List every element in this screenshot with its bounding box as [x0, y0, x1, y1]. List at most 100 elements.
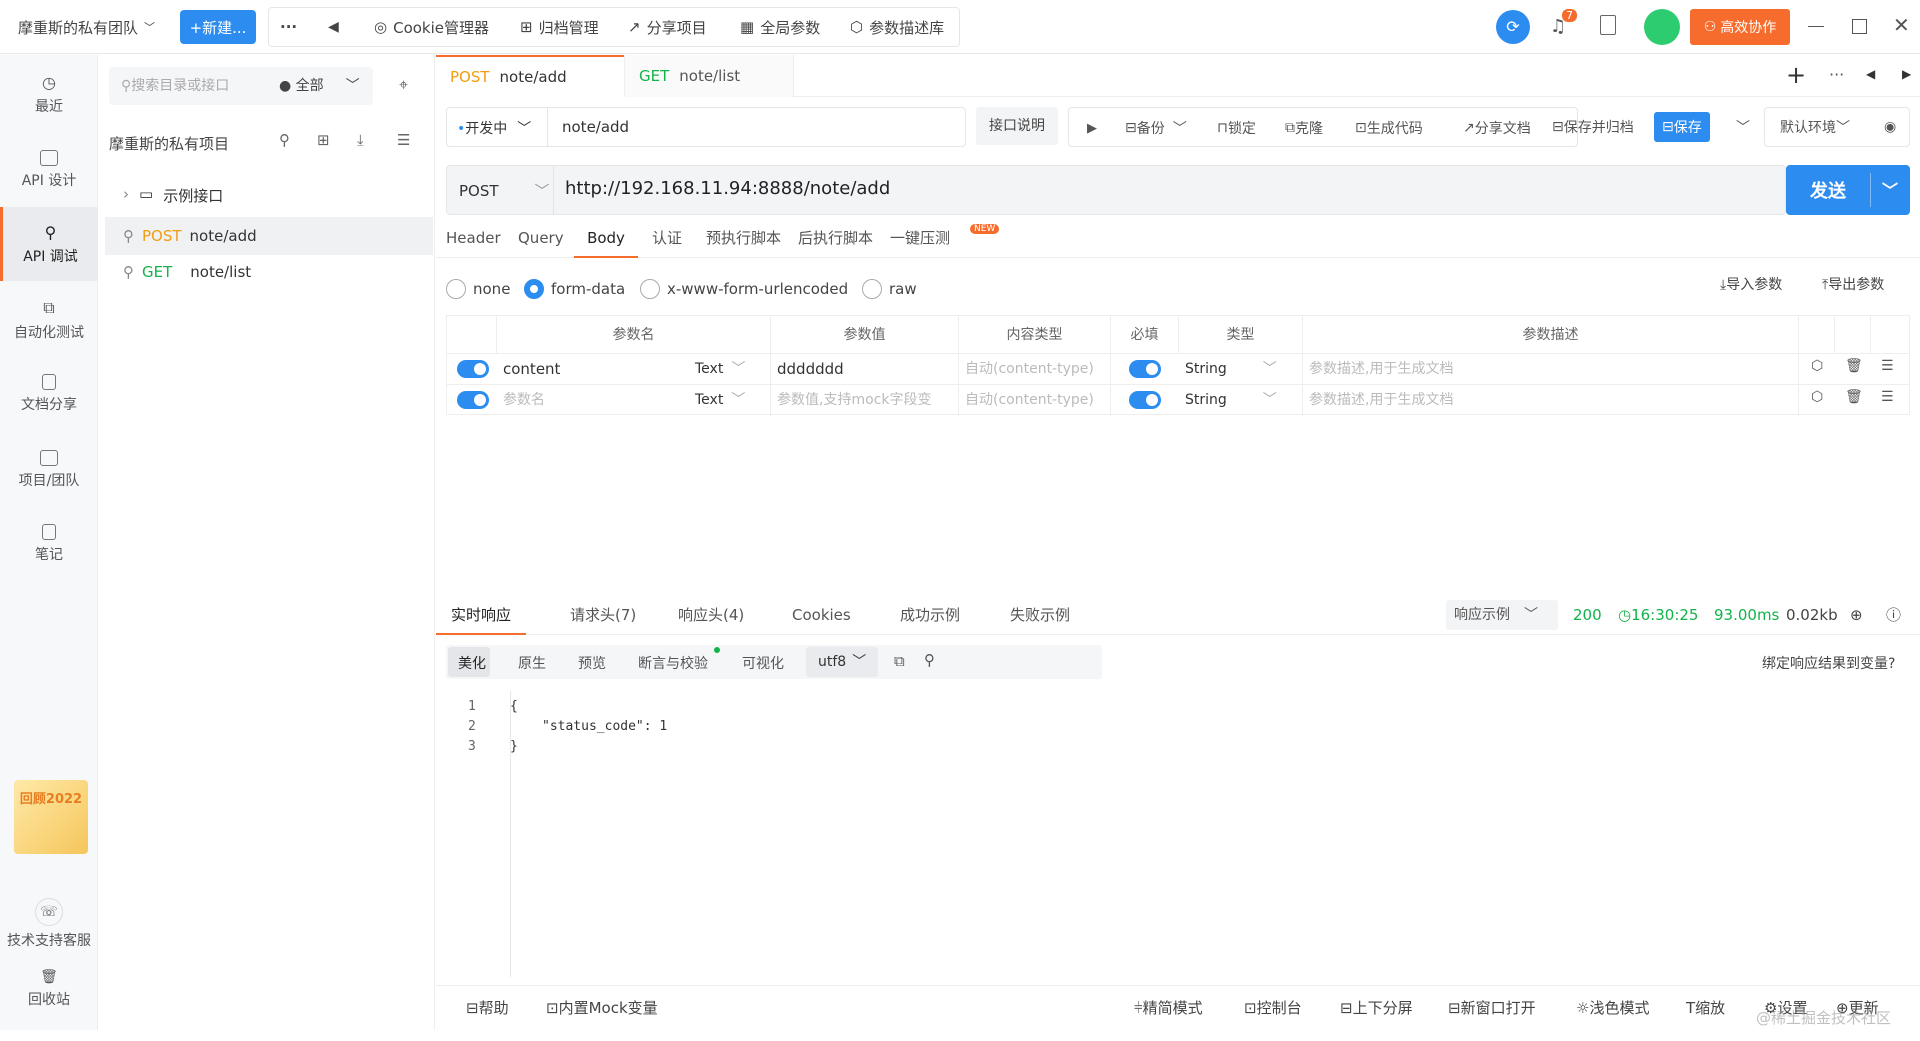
- view-pretty[interactable]: 美化: [458, 653, 486, 673]
- required-toggle[interactable]: [1129, 391, 1161, 409]
- row-enable-toggle[interactable]: [457, 391, 489, 409]
- tab-more-icon[interactable]: ···: [1829, 65, 1844, 84]
- tab-cookies[interactable]: Cookies: [792, 595, 851, 635]
- help-button[interactable]: ⊟帮助: [466, 986, 509, 1031]
- save-menu-icon[interactable]: ﹀: [1736, 110, 1750, 144]
- notes-icon[interactable]: [1600, 15, 1616, 35]
- url-input[interactable]: http://192.168.11.94:8888/note/add: [565, 178, 890, 199]
- run-icon[interactable]: ▶: [1087, 111, 1097, 145]
- save-button[interactable]: ⊟ 保存: [1654, 112, 1710, 142]
- eye-icon[interactable]: ◉: [1884, 110, 1896, 144]
- cube-icon[interactable]: ⬡: [1811, 358, 1823, 374]
- tab-body[interactable]: Body: [574, 218, 638, 258]
- chevron-down-icon[interactable]: ﹀: [1882, 177, 1898, 201]
- trash-button[interactable]: 🗑 回收站: [0, 959, 98, 1019]
- drag-handle-icon[interactable]: ☰: [1881, 389, 1894, 405]
- api-desc-button[interactable]: 接口说明: [976, 107, 1058, 145]
- cookie-manager-button[interactable]: ◎ Cookie管理器: [374, 0, 489, 54]
- sidebar-item-recent[interactable]: ◷ 最近: [0, 57, 98, 131]
- tab-live-response[interactable]: 实时响应: [436, 595, 526, 635]
- share-doc-button[interactable]: ↗ 分享文档: [1463, 111, 1531, 145]
- simple-mode-button[interactable]: ⫩精简模式: [1134, 986, 1203, 1031]
- add-tab-icon[interactable]: +: [1786, 61, 1806, 89]
- promo-banner[interactable]: 回顾2022: [14, 780, 88, 854]
- archive-button[interactable]: ⊞ 归档管理: [520, 0, 599, 54]
- status-select[interactable]: •开发中 ﹀: [457, 118, 531, 138]
- add-link-icon[interactable]: ⚲: [279, 131, 290, 149]
- sidebar-item-auto-test[interactable]: ⧉ 自动化测试: [0, 283, 98, 357]
- content-type-input[interactable]: 自动(content-type): [959, 385, 1111, 416]
- support-button[interactable]: ☏ 技术支持客服: [0, 887, 98, 961]
- search-input[interactable]: ⚲搜索目录或接口: [121, 75, 229, 95]
- split-button[interactable]: ⊟上下分屏: [1340, 986, 1413, 1031]
- field-type-select[interactable]: Text ﹀: [689, 385, 771, 416]
- bind-variable-link[interactable]: 绑定响应结果到变量?: [1762, 653, 1895, 673]
- drag-handle-icon[interactable]: ☰: [1881, 358, 1894, 374]
- response-code-editor[interactable]: 1 2 3 { "status_code": 1 }: [436, 691, 1906, 991]
- sidebar-item-api-debug[interactable]: ⚲ API 调试: [0, 207, 98, 281]
- tree-folder[interactable]: › ▭ 示例接口: [123, 185, 223, 206]
- encoding-select[interactable]: utf8 ﹀: [806, 647, 878, 677]
- view-raw[interactable]: 原生: [518, 653, 546, 673]
- view-visualize[interactable]: 可视化: [742, 653, 784, 673]
- minimize-icon[interactable]: [1808, 26, 1824, 27]
- tab-response-headers[interactable]: 响应头(4): [678, 595, 744, 635]
- search-icon[interactable]: ⚲: [924, 651, 935, 669]
- collab-button[interactable]: ⚇ 高效协作: [1690, 9, 1790, 45]
- clone-button[interactable]: ⧉ 克隆: [1285, 111, 1323, 145]
- locate-icon[interactable]: ⌖: [399, 75, 408, 95]
- light-mode-button[interactable]: ☼浅色模式: [1576, 986, 1649, 1031]
- sidebar-item-project-team[interactable]: 项目/团队: [0, 433, 98, 507]
- response-example-select[interactable]: 响应示例 ﹀: [1446, 600, 1558, 630]
- backup-button[interactable]: ⊟ 备份 ﹀: [1125, 111, 1187, 145]
- share-project-button[interactable]: ↗ 分享项目: [628, 0, 707, 54]
- mock-vars-button[interactable]: ⊡内置Mock变量: [546, 986, 658, 1031]
- param-desc-input[interactable]: 参数描述,用于生成文档: [1303, 354, 1799, 385]
- param-library-button[interactable]: ⬡ 参数描述库: [850, 0, 944, 54]
- radio-none[interactable]: none: [446, 278, 510, 300]
- delete-icon[interactable]: 🗑: [1845, 389, 1863, 405]
- radio-form-data[interactable]: form-data: [524, 278, 625, 300]
- tab-note-add[interactable]: POST note/add: [436, 55, 624, 97]
- radio-raw[interactable]: raw: [862, 278, 917, 300]
- field-type-select[interactable]: Text ﹀: [689, 354, 771, 385]
- copy-icon[interactable]: ⧉: [894, 652, 905, 670]
- tab-prev-icon[interactable]: ◀: [1866, 67, 1875, 81]
- tab-pre-script[interactable]: 预执行脚本: [696, 218, 791, 258]
- more-button[interactable]: ···: [280, 0, 297, 54]
- info-icon[interactable]: ⓘ: [1886, 595, 1901, 635]
- lock-button[interactable]: ⊓ 锁定: [1217, 111, 1256, 145]
- tab-success-example[interactable]: 成功示例: [900, 595, 960, 635]
- send-button[interactable]: 发送 ﹀: [1786, 165, 1910, 215]
- env-select[interactable]: 默认环境 ﹀: [1780, 110, 1850, 144]
- tab-header[interactable]: Header: [436, 218, 511, 258]
- close-icon[interactable]: ✕: [1893, 13, 1910, 37]
- filter-select[interactable]: ● 全部 ﹀: [279, 75, 360, 95]
- tab-query[interactable]: Query: [508, 218, 574, 258]
- view-preview[interactable]: 预览: [578, 653, 606, 673]
- cube-icon[interactable]: ⬡: [1811, 389, 1823, 405]
- param-value-input[interactable]: ddddddd: [771, 354, 959, 385]
- data-type-select[interactable]: String ﹀: [1179, 354, 1303, 385]
- param-desc-input[interactable]: 参数描述,用于生成文档: [1303, 385, 1799, 416]
- tab-auth[interactable]: 认证: [642, 218, 692, 258]
- tab-request-headers[interactable]: 请求头(7): [570, 595, 636, 635]
- tab-next-icon[interactable]: ▶: [1902, 67, 1911, 81]
- avatar[interactable]: [1644, 9, 1680, 45]
- delete-icon[interactable]: 🗑: [1845, 358, 1863, 374]
- tree-item[interactable]: ⚲ GET note/list: [123, 263, 251, 281]
- param-name-input[interactable]: content: [497, 354, 689, 385]
- tab-stress-test[interactable]: 一键压测: [880, 218, 960, 258]
- save-archive-button[interactable]: ⊟ 保存并归档: [1552, 110, 1634, 144]
- api-name-input[interactable]: note/add: [562, 118, 629, 136]
- tab-fail-example[interactable]: 失败示例: [1010, 595, 1070, 635]
- console-button[interactable]: ⊡控制台: [1244, 986, 1302, 1031]
- tab-post-script[interactable]: 后执行脚本: [788, 218, 883, 258]
- maximize-icon[interactable]: [1852, 19, 1867, 34]
- radio-urlencoded[interactable]: x-www-form-urlencoded: [640, 278, 848, 300]
- sidebar-item-api-design[interactable]: API 设计: [0, 133, 98, 207]
- menu-icon[interactable]: ☰: [397, 131, 410, 149]
- sync-icon[interactable]: ⟳: [1496, 10, 1530, 44]
- tab-note-list[interactable]: GET note/list: [624, 55, 794, 97]
- new-button[interactable]: +新建...: [180, 10, 256, 44]
